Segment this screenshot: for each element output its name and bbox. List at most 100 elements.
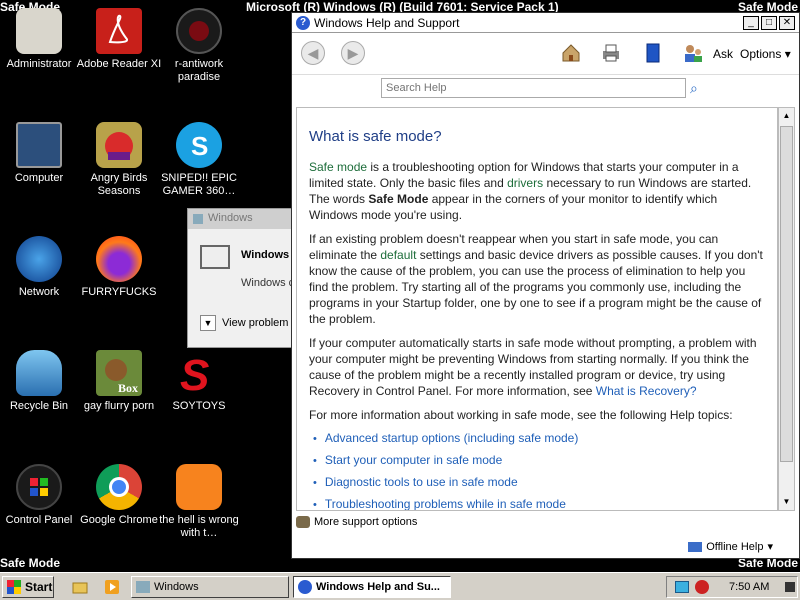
help-window-title: Windows Help and Support bbox=[314, 15, 460, 30]
options-button[interactable]: Options ▾ bbox=[740, 47, 791, 61]
scroll-thumb[interactable] bbox=[780, 126, 793, 462]
dialog-titlebar[interactable]: Windows bbox=[188, 209, 296, 229]
desktop-icon-label: the hell is wrong with t… bbox=[159, 514, 239, 539]
desktop-icon-soytoys[interactable]: S SOYTOYS bbox=[155, 350, 243, 413]
vertical-scrollbar[interactable]: ▲ ▼ bbox=[778, 107, 795, 511]
network-globe-icon bbox=[16, 236, 62, 282]
help-titlebar[interactable]: ? Windows Help and Support _ □ ✕ bbox=[292, 13, 799, 33]
maximize-button[interactable]: □ bbox=[761, 15, 777, 30]
ask-button[interactable]: Ask bbox=[713, 47, 733, 61]
ask-people-icon[interactable] bbox=[682, 42, 704, 64]
program-window-icon bbox=[200, 245, 230, 269]
desktop-icon-network[interactable]: Network bbox=[0, 236, 83, 299]
article-title: What is safe mode? bbox=[309, 128, 442, 145]
start-button[interactable]: Start bbox=[2, 576, 54, 598]
computer-icon bbox=[16, 122, 62, 168]
desktop-icon-label: r-antiwork paradise bbox=[174, 58, 224, 83]
explorer-quicklaunch-icon[interactable] bbox=[72, 579, 88, 595]
chevron-down-icon: ▼ bbox=[200, 315, 216, 331]
soytoys-s-icon: S bbox=[176, 350, 222, 400]
desktop-icon-label: FURRYFUCKS bbox=[81, 286, 157, 298]
forward-button[interactable]: ▶ bbox=[341, 41, 365, 65]
desktop-icon-google-chrome[interactable]: Google Chrome bbox=[75, 464, 163, 527]
recycle-bin-icon bbox=[16, 350, 62, 396]
scroll-down-arrow[interactable]: ▼ bbox=[779, 494, 794, 510]
help-question-icon: ? bbox=[296, 15, 310, 30]
media-player-quicklaunch-icon[interactable] bbox=[104, 579, 120, 595]
browse-help-book-icon[interactable] bbox=[642, 42, 664, 64]
desktop-icon-angry-birds[interactable]: Angry Birds Seasons bbox=[75, 122, 163, 198]
taskbar-button-help[interactable]: Windows Help and Su... bbox=[293, 576, 451, 598]
what-is-recovery-link[interactable]: What is Recovery? bbox=[596, 384, 697, 398]
desktop-icon-uc-browser[interactable]: the hell is wrong with t… bbox=[155, 464, 243, 540]
desktop-icon-label: Administrator bbox=[6, 58, 72, 70]
skype-icon: S bbox=[176, 122, 222, 168]
search-icon[interactable]: ⌕ bbox=[690, 80, 698, 97]
desktop-icon-computer[interactable]: Computer bbox=[0, 122, 83, 185]
minimize-button[interactable]: _ bbox=[743, 15, 759, 30]
uc-browser-icon bbox=[176, 464, 222, 510]
reddit-icon bbox=[176, 8, 222, 54]
more-support-options-link[interactable]: More support options bbox=[296, 516, 417, 528]
speaker-icon[interactable] bbox=[785, 582, 796, 592]
clock[interactable]: 7:50 AM bbox=[729, 581, 769, 593]
offline-help-label: Offline Help bbox=[706, 540, 764, 553]
more-support-label: More support options bbox=[314, 516, 418, 528]
desktop-icon-control-panel[interactable]: Control Panel bbox=[0, 464, 83, 527]
taskbar-button-label: Windows Help and Su... bbox=[316, 581, 440, 593]
home-icon[interactable] bbox=[560, 42, 582, 64]
desktop-icon-recycle-bin[interactable]: Recycle Bin bbox=[0, 350, 83, 413]
window-icon bbox=[193, 214, 203, 224]
safe-mode-link[interactable]: Safe mode bbox=[309, 160, 367, 174]
windows-help-window[interactable]: ? Windows Help and Support _ □ ✕ ◀ ▶ Ask… bbox=[291, 12, 800, 559]
taskbar-button-windows[interactable]: Windows bbox=[131, 576, 289, 598]
help-topics-list: Advanced startup options (including safe… bbox=[313, 431, 765, 510]
desktop-icon-skype[interactable]: S SNIPED!! EPIC GAMER 360… bbox=[155, 122, 243, 198]
search-help-input[interactable] bbox=[381, 78, 686, 98]
paragraph-existing-problem: If an existing problem doesn't reappear … bbox=[309, 231, 765, 327]
default-link[interactable]: default bbox=[380, 248, 416, 262]
desktop-icon-label: Computer bbox=[14, 172, 64, 184]
svg-text:S: S bbox=[180, 351, 209, 396]
desktop-icon-administrator[interactable]: Administrator bbox=[0, 8, 83, 71]
topic-link-advanced-startup[interactable]: Advanced startup options (including safe… bbox=[313, 431, 765, 445]
windows-flag-icon bbox=[7, 580, 21, 594]
background-windows-dialog[interactable]: Windows Windows Windows c ▼ View problem bbox=[187, 208, 297, 348]
desktop-icon-r-antiwork[interactable]: r-antiwork paradise bbox=[155, 8, 243, 84]
start-label: Start bbox=[25, 580, 53, 594]
desktop-icon-label: SNIPED!! EPIC GAMER 360… bbox=[161, 172, 237, 197]
print-icon[interactable] bbox=[600, 42, 622, 64]
desktop-icon-label: Network bbox=[18, 286, 60, 298]
adobe-reader-icon bbox=[96, 8, 142, 54]
drivers-link[interactable]: drivers bbox=[507, 176, 543, 190]
taskbar-button-label: Windows bbox=[154, 581, 199, 593]
chevron-down-icon: ▾ bbox=[767, 541, 773, 553]
user-folder-icon bbox=[16, 8, 62, 54]
safe-mode-corner-bl: Safe Mode bbox=[0, 556, 61, 570]
desktop-icon-furryfucks[interactable]: FURRYFUCKS bbox=[75, 236, 163, 299]
action-center-icon[interactable] bbox=[675, 581, 689, 593]
taskbar: Start Windows Windows Help and Su... 7:5… bbox=[0, 572, 800, 600]
help-content-pane: What is safe mode? Safe mode is a troubl… bbox=[296, 107, 778, 511]
view-problem-details-button[interactable]: ▼ View problem bbox=[200, 315, 288, 331]
desktop-icon-gay-flurry-porn[interactable]: Box gay flurry porn bbox=[75, 350, 163, 413]
desktop-icon-label: Angry Birds Seasons bbox=[90, 172, 148, 197]
topic-link-start-safe-mode[interactable]: Start your computer in safe mode bbox=[313, 453, 765, 467]
topic-link-diagnostic-tools[interactable]: Diagnostic tools to use in safe mode bbox=[313, 475, 765, 489]
desktop-icon-label: Adobe Reader XI bbox=[76, 58, 162, 70]
scroll-up-arrow[interactable]: ▲ bbox=[779, 108, 794, 124]
offline-help-icon bbox=[688, 541, 703, 552]
support-people-icon bbox=[296, 516, 310, 528]
topic-link-troubleshooting[interactable]: Troubleshooting problems while in safe m… bbox=[313, 497, 765, 510]
offline-help-dropdown[interactable]: Offline Help ▾ bbox=[688, 540, 773, 553]
back-button[interactable]: ◀ bbox=[301, 41, 325, 65]
svg-text:Box: Box bbox=[118, 381, 138, 395]
search-row: ⌕ bbox=[292, 75, 799, 105]
paragraph-auto-safe-mode: If your computer automatically starts in… bbox=[309, 335, 765, 399]
network-warning-icon[interactable] bbox=[695, 580, 709, 594]
close-button[interactable]: ✕ bbox=[779, 15, 795, 30]
angry-birds-icon bbox=[96, 122, 142, 168]
dialog-heading: Windows bbox=[241, 249, 290, 261]
desktop-icon-label: Google Chrome bbox=[80, 514, 158, 526]
desktop-icon-adobe-reader[interactable]: Adobe Reader XI bbox=[75, 8, 163, 71]
